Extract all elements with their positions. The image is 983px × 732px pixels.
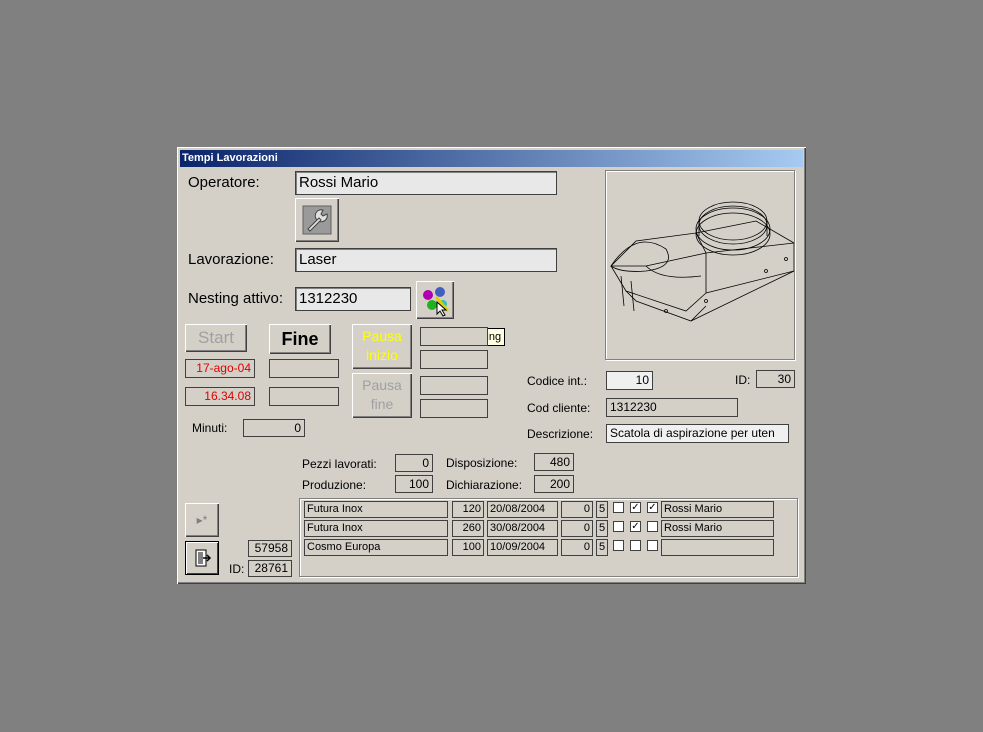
checkbox-c2[interactable]: ✓: [630, 521, 641, 532]
part-drawing-image: [610, 201, 794, 322]
new-record-icon: ▸*: [196, 513, 208, 527]
cod-cliente-label: Cod cliente:: [527, 401, 591, 415]
checkbox-c1[interactable]: [613, 540, 624, 551]
fine-button[interactable]: Fine: [269, 324, 331, 354]
exit-button[interactable]: [185, 541, 219, 575]
start-time-field[interactable]: 16.34.08: [185, 387, 255, 406]
table-row: Futura Inox 260 30/08/2004 0 5 ✓ Rossi Mario: [300, 520, 797, 538]
n2-cell[interactable]: 5: [596, 501, 608, 518]
operatore-label: Operatore:: [188, 174, 260, 191]
checkbox-c1[interactable]: [613, 521, 624, 532]
operatore-cell[interactable]: [661, 539, 774, 556]
minuti-label: Minuti:: [192, 421, 228, 435]
qty-cell[interactable]: 100: [452, 539, 484, 556]
id-top-label: ID:: [735, 373, 751, 387]
dichiarazione-label: Dichiarazione:: [446, 478, 523, 492]
operatore-cell[interactable]: Rossi Mario: [661, 520, 774, 537]
checkbox-c2[interactable]: ✓: [630, 502, 641, 513]
codice-int-label: Codice int.:: [527, 374, 588, 388]
codice-int-field[interactable]: 10: [606, 371, 653, 390]
cliente-cell[interactable]: Futura Inox: [304, 501, 448, 518]
descrizione-field[interactable]: Scatola di aspirazione per uten: [606, 424, 789, 443]
operatore-field[interactable]: Rossi Mario: [295, 171, 557, 195]
cod-cliente-field[interactable]: 1312230: [606, 398, 738, 417]
pausa-inizio-field-1[interactable]: [420, 327, 488, 346]
footer-id-field[interactable]: 28761: [248, 560, 292, 577]
lavorazione-field[interactable]: Laser: [295, 248, 557, 272]
tempi-lavorazioni-window: Tempi Lavorazioni Operatore: Rossi Mario…: [177, 147, 806, 584]
pezzi-lavorati-label: Pezzi lavorati:: [302, 457, 377, 471]
dichiarazione-field[interactable]: 200: [534, 475, 574, 493]
cliente-cell[interactable]: Cosmo Europa: [304, 539, 448, 556]
footer-id-label: ID:: [229, 562, 245, 576]
checkbox-c3[interactable]: [647, 540, 658, 551]
checkbox-c2[interactable]: [630, 540, 641, 551]
date-cell[interactable]: 10/09/2004: [487, 539, 558, 556]
date-cell[interactable]: 30/08/2004: [487, 520, 558, 537]
nesting-field[interactable]: 1312230: [295, 287, 411, 311]
n1-cell[interactable]: 0: [561, 520, 593, 537]
pausa-fine-button[interactable]: Pausa fine: [352, 373, 412, 418]
tools-button[interactable]: [295, 198, 339, 242]
exit-door-icon: [195, 549, 212, 567]
new-record-button[interactable]: ▸*: [185, 503, 219, 537]
operatore-cell[interactable]: Rossi Mario: [661, 501, 774, 518]
descrizione-label: Descrizione:: [527, 427, 594, 441]
disposizione-label: Disposizione:: [446, 456, 518, 470]
table-row: Cosmo Europa 100 10/09/2004 0 5: [300, 539, 797, 557]
nesting-icon: [423, 287, 450, 317]
end-time-field[interactable]: [269, 387, 339, 406]
minuti-field[interactable]: 0: [243, 419, 305, 437]
n2-cell[interactable]: 5: [596, 539, 608, 556]
table-row: Futura Inox 120 20/08/2004 0 5 ✓ ✓ Rossi Mario: [300, 501, 797, 519]
pausa-fine-field-1[interactable]: [420, 376, 488, 395]
produzione-label: Produzione:: [302, 478, 367, 492]
pausa-inizio-button[interactable]: Pausa inizio: [352, 324, 412, 369]
apri-nesting-button[interactable]: [416, 281, 454, 319]
date-cell[interactable]: 20/08/2004: [487, 501, 558, 518]
checkbox-c3[interactable]: [647, 521, 658, 532]
n1-cell[interactable]: 0: [561, 501, 593, 518]
pausa-fine-field-2[interactable]: [420, 399, 488, 418]
start-button[interactable]: Start: [185, 324, 247, 352]
qty-cell[interactable]: 120: [452, 501, 484, 518]
lavorazioni-subform: Futura Inox 120 20/08/2004 0 5 ✓ ✓ Rossi Mario F…: [299, 498, 798, 577]
end-date-field[interactable]: [269, 359, 339, 378]
start-date-field[interactable]: 17-ago-04: [185, 359, 255, 378]
n2-cell[interactable]: 5: [596, 520, 608, 537]
pausa-inizio-field-2[interactable]: [420, 350, 488, 369]
part-drawing-panel: [605, 170, 795, 360]
lavorazione-label: Lavorazione:: [188, 251, 274, 268]
n1-cell[interactable]: 0: [561, 539, 593, 556]
disposizione-field[interactable]: 480: [534, 453, 574, 471]
wrench-icon: [302, 205, 332, 235]
id-top-field[interactable]: 30: [756, 370, 795, 388]
pezzi-lavorati-field[interactable]: 0: [395, 454, 433, 472]
nesting-label: Nesting attivo:: [188, 290, 284, 307]
window-title[interactable]: Tempi Lavorazioni: [180, 150, 803, 167]
checkbox-c1[interactable]: [613, 502, 624, 513]
checkbox-c3[interactable]: ✓: [647, 502, 658, 513]
cliente-cell[interactable]: Futura Inox: [304, 520, 448, 537]
record-number-field[interactable]: 57958: [248, 540, 292, 557]
produzione-field[interactable]: 100: [395, 475, 433, 493]
qty-cell[interactable]: 260: [452, 520, 484, 537]
